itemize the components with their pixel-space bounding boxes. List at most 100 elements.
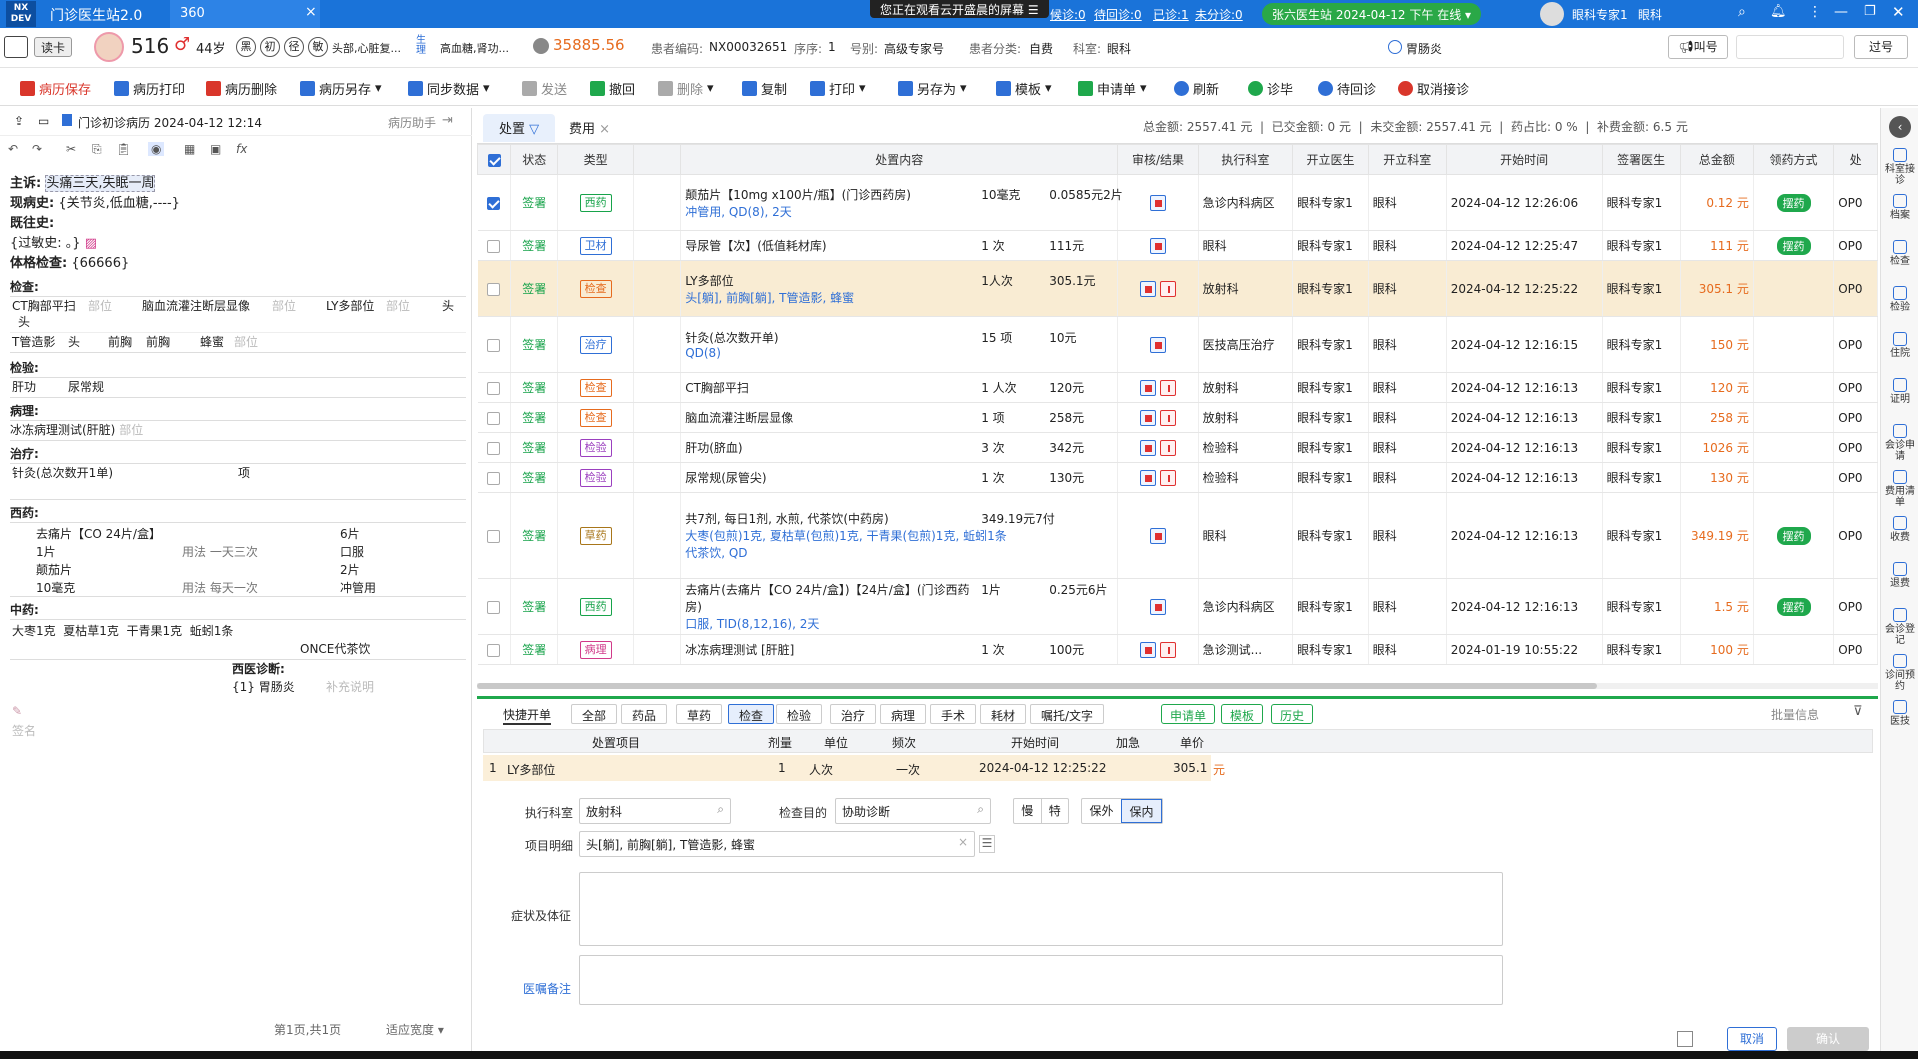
col-type[interactable]: 类型	[557, 144, 634, 175]
close-icon[interactable]: ×	[599, 122, 610, 137]
quick-tab-7[interactable]: 手术	[930, 704, 977, 724]
row-checkbox[interactable]	[487, 338, 501, 352]
quick-tab-2[interactable]: 草药	[676, 704, 723, 724]
result-icon[interactable]	[1159, 409, 1176, 426]
pass-button[interactable]: 过号	[1854, 35, 1908, 59]
col-signer[interactable]: 签署医生	[1601, 144, 1681, 175]
diag-summary[interactable]: 高血糖,肾功...	[440, 40, 509, 56]
formula-icon[interactable]: fx	[236, 142, 247, 156]
history-link[interactable]: 历史	[1271, 704, 1314, 724]
withdraw-button[interactable]: 撤回	[590, 79, 635, 98]
row-checkbox[interactable]	[487, 441, 501, 455]
row-select[interactable]	[477, 578, 512, 635]
finish-visit-button[interactable]: 诊毕	[1248, 79, 1293, 98]
search-icon[interactable]: ⌕	[977, 802, 984, 817]
physical-exam[interactable]: 体格检查: {66666}	[10, 254, 466, 274]
cancel-button[interactable]: 取消	[1727, 1027, 1777, 1051]
copy-button[interactable]: 复制	[742, 79, 787, 98]
row-content[interactable]: 针灸(总次数开单) 15 项 10元 QD(8)	[680, 316, 1119, 373]
row-select[interactable]	[477, 492, 512, 579]
doctor-avatar-slot[interactable]	[1736, 35, 1844, 59]
delete-record-button[interactable]: 病历删除	[206, 79, 277, 98]
row-checkbox[interactable]	[487, 282, 501, 296]
row-checkbox[interactable]	[487, 381, 501, 395]
exec-dept-input[interactable]: 放射科 ⌕	[579, 798, 731, 824]
result-icon[interactable]	[1159, 280, 1176, 297]
audit-icon[interactable]	[1149, 598, 1166, 615]
table-scrollbar[interactable]	[477, 683, 1878, 689]
tab-treatment[interactable]: 处置 ▽	[483, 114, 556, 142]
read-card-button[interactable]: 读卡	[34, 37, 73, 57]
diagnosis-hint[interactable]: 补充说明	[326, 678, 374, 696]
sidebar-item-2[interactable]: 检查	[1883, 240, 1917, 267]
diagnosis-value[interactable]: {1} 胃肠炎	[232, 678, 295, 696]
minimize-icon[interactable]: —	[1834, 4, 1848, 20]
treatment-item[interactable]: 针灸(总次数开1单)	[12, 464, 132, 482]
sidebar-item-4[interactable]: 住院	[1883, 332, 1917, 359]
audit-icon[interactable]	[1139, 439, 1156, 456]
row-content[interactable]: 共7剂, 每日1剂, 水煎, 代茶饮(中药房) 349.19元7付 大枣(包煎)1克…	[680, 492, 1119, 579]
clear-icon[interactable]: ×	[958, 835, 968, 849]
quick-tab-1[interactable]: 药品	[621, 704, 668, 724]
restore-icon[interactable]: ❐	[1864, 4, 1876, 19]
collapse-sidebar-icon[interactable]: ‹	[1889, 116, 1911, 138]
check-item-placeholder[interactable]: 部位	[234, 333, 258, 351]
template-button[interactable]: 模板 ▾	[996, 79, 1052, 98]
pathology-placeholder[interactable]: 部位	[119, 423, 143, 437]
template-link[interactable]: 模板	[1221, 704, 1264, 724]
quick-tab-0[interactable]: 全部	[571, 704, 618, 724]
table-row[interactable]: 签署 西药 颠茄片【10mg x100片/瓶】(门诊西药房) 10毫克 0.0585元2…	[477, 174, 1878, 231]
col-dept[interactable]: 开立科室	[1367, 144, 1447, 175]
avatar[interactable]	[1540, 2, 1564, 26]
tab-fees[interactable]: 费用 ×	[569, 118, 610, 137]
undo-icon[interactable]: ↶	[8, 142, 18, 156]
row-select[interactable]	[477, 316, 512, 373]
row-select[interactable]	[477, 462, 512, 493]
col-status[interactable]: 状态	[510, 144, 559, 175]
col-start-time[interactable]: 开始时间	[1445, 144, 1603, 175]
user-name[interactable]: 眼科专家1	[1572, 6, 1628, 23]
send-button[interactable]: 发送	[522, 79, 567, 98]
col-amount[interactable]: 总金额	[1679, 144, 1754, 175]
sidebar-item-9[interactable]: 退费	[1883, 562, 1917, 589]
select-all-checkbox[interactable]	[487, 153, 501, 167]
copy-icon[interactable]: ⎘	[92, 142, 102, 157]
row-content[interactable]: LY多部位 1人次 305.1元 头[躺], 前胸[躺], T管造影, 蜂蜜	[680, 260, 1119, 317]
signature-label[interactable]: 签名	[12, 722, 36, 740]
document-icon[interactable]	[1677, 1031, 1693, 1047]
check-part[interactable]: 前胸	[108, 333, 132, 351]
print-record-button[interactable]: 病历打印	[114, 79, 185, 98]
waiting-count[interactable]: 候诊:0	[1050, 6, 1086, 23]
record-assistant[interactable]: 病历助手	[388, 114, 436, 131]
save-record-button[interactable]: 病历保存	[20, 79, 91, 98]
sidebar-item-6[interactable]: 会诊申请	[1883, 424, 1917, 462]
redo-icon[interactable]: ↷	[32, 142, 42, 156]
row-checkbox[interactable]	[487, 239, 501, 253]
med-usage[interactable]: 用法 一天三次	[182, 543, 258, 561]
detail-input[interactable]: 头[躺], 前胸[躺], T管造影, 蜂蜜 ×	[579, 831, 975, 857]
sidebar-item-5[interactable]: 证明	[1883, 378, 1917, 405]
row-select[interactable]	[477, 174, 512, 231]
audit-icon[interactable]	[1139, 379, 1156, 396]
sidebar-item-11[interactable]: 诊间预约	[1883, 654, 1917, 692]
table-row[interactable]: 签署 检查 脑血流灌注断层显像 1 项 258元 放射科 眼科专家1 眼科 2024-04-12…	[477, 402, 1878, 433]
row-content[interactable]: 导尿管【次】(低值耗材库) 1 次 111元	[680, 230, 1119, 261]
row-select[interactable]	[477, 260, 512, 317]
audit-icon[interactable]	[1149, 194, 1166, 211]
result-icon[interactable]	[1159, 469, 1176, 486]
pathology-item[interactable]: 冰冻病理测试(肝脏)	[10, 423, 115, 437]
fit-width-select[interactable]: 适应宽度 ▾	[386, 1021, 444, 1038]
check-part[interactable]: 蜂蜜	[200, 333, 224, 351]
row-checkbox[interactable]	[487, 529, 501, 543]
row-checkbox[interactable]	[487, 196, 501, 210]
row-content[interactable]: 冰冻病理测试 [肝脏] 1 次 100元	[680, 634, 1119, 665]
check-part[interactable]: 头	[68, 333, 80, 351]
med-usage[interactable]: 用法 每天一次	[182, 579, 258, 597]
row-content[interactable]: 去痛片(去痛片【CO 24片/盒】)【24片/盒】(门诊西药房) 1片 0.25元6…	[680, 578, 1119, 635]
filter-icon[interactable]: ▽	[529, 122, 539, 137]
select-all[interactable]	[476, 144, 512, 175]
exit-icon[interactable]: ⇥	[442, 113, 453, 128]
med-name[interactable]: 去痛片【CO 24片/盒】	[36, 525, 161, 543]
table-row[interactable]: 签署 检验 肝功(脐血) 3 次 342元 检验科 眼科专家1 眼科 2024-04-12 12…	[477, 432, 1878, 463]
result-icon[interactable]	[1159, 641, 1176, 658]
